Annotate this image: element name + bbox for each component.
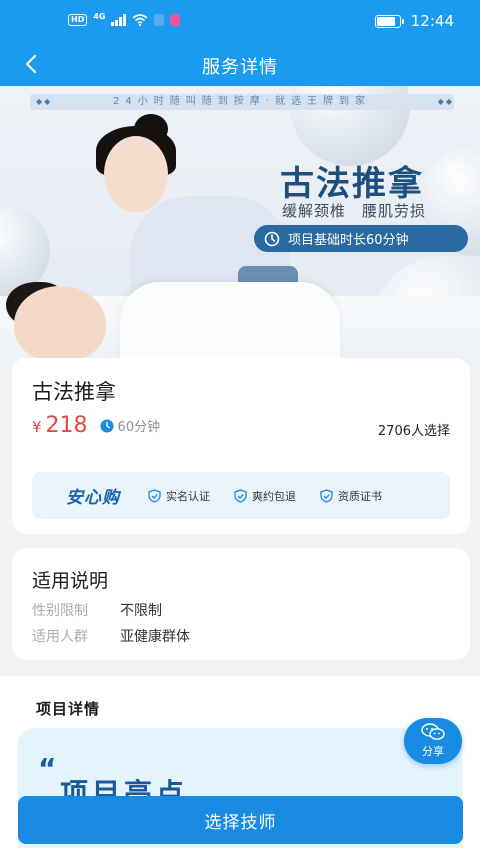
usage-title: 适用说明: [32, 570, 109, 592]
banner-duration-pill: 项目基础时长60分钟: [254, 225, 468, 252]
currency-symbol: ¥: [32, 418, 42, 436]
assurance-item-label: 爽约包退: [252, 489, 296, 503]
hero-banner: ◆◆ 24小时随叫随到按摩·就选王牌到家 ◆◆ 古法推拿 缓解颈椎 腰肌劳损 项目…: [0, 86, 480, 366]
clock-icon: [100, 419, 114, 432]
battery-icon: [374, 14, 404, 28]
details-title: 项目详情: [36, 700, 101, 718]
usage-value: 亚健康群体: [120, 629, 190, 645]
price-value: 218: [45, 413, 88, 438]
usage-card: 适用说明 性别限制 不限制 适用人群 亚健康群体: [12, 548, 470, 660]
shield-check-icon: [148, 488, 161, 503]
page-title: 服务详情: [202, 57, 278, 78]
assurance-bar[interactable]: 安心购 实名认证 爽约包退 资质证书: [32, 472, 450, 519]
share-label: 分享: [422, 745, 444, 758]
ticker-dots-left: ◆◆: [36, 97, 53, 106]
chosen-count: 2706人选择: [377, 424, 450, 439]
assurance-item-label: 资质证书: [338, 489, 382, 503]
duration-text: 60分钟: [117, 420, 161, 435]
usage-row: 性别限制 不限制: [32, 600, 162, 620]
therapist-face: [104, 136, 168, 212]
share-button[interactable]: 分享: [404, 718, 462, 764]
wechat-icon: [421, 723, 445, 740]
ticker-text: 24小时随叫随到按摩·就选王牌到家: [113, 96, 371, 107]
select-therapist-button[interactable]: 选择技师: [18, 796, 463, 844]
shield-check-icon: [320, 488, 333, 503]
clock-icon: [264, 231, 280, 246]
usage-value: 不限制: [120, 603, 162, 619]
shield-check-icon: [234, 488, 247, 503]
clock: 12:44: [410, 12, 454, 30]
price-row: ¥218 60分钟: [32, 413, 160, 438]
banner-headline: 古法推拿: [280, 164, 424, 204]
notification-icon: [154, 14, 165, 26]
usage-row: 适用人群 亚健康群体: [32, 626, 190, 646]
assurance-title: 安心购: [66, 488, 120, 508]
price: ¥218: [32, 413, 88, 438]
nav-bar: 服务详情: [0, 44, 480, 86]
banner-sub-2: 腰肌劳损: [362, 202, 427, 220]
client-illustration: [14, 286, 106, 362]
ticker-dots-right: ◆◆: [437, 97, 454, 106]
service-card: 古法推拿 ¥218 60分钟 2706人选择 安心购 实名认证 爽约包退 资质证…: [12, 358, 470, 534]
banner-ticker: ◆◆ 24小时随叫随到按摩·就选王牌到家 ◆◆: [30, 94, 454, 110]
usage-key: 性别限制: [32, 603, 88, 619]
network-type: 4G: [93, 11, 106, 21]
service-name: 古法推拿: [32, 380, 116, 404]
status-right: 12:44: [374, 12, 454, 30]
wifi-icon: [132, 14, 149, 26]
assurance-item: 爽约包退: [234, 488, 296, 504]
app-notification-icon: [170, 14, 181, 26]
assurance-item-label: 实名认证: [166, 489, 210, 503]
signal-icon: [111, 14, 127, 26]
status-bar: HD 4G 12:44: [0, 0, 480, 44]
banner-subtitle: 缓解颈椎 腰肌劳损: [282, 200, 426, 221]
banner-pill-text: 项目基础时长60分钟: [288, 233, 409, 248]
duration: 60分钟: [100, 416, 161, 435]
assurance-item: 资质证书: [320, 488, 382, 504]
quote-mark: “: [38, 752, 57, 785]
towel-illustration: [120, 282, 340, 358]
usage-key: 适用人群: [32, 629, 88, 645]
status-left: HD 4G: [68, 11, 181, 26]
banner-sub-1: 缓解颈椎: [282, 202, 347, 220]
assurance-items: 实名认证 爽约包退 资质证书: [148, 488, 382, 504]
hd-badge: HD: [68, 14, 88, 26]
assurance-item: 实名认证: [148, 488, 210, 504]
